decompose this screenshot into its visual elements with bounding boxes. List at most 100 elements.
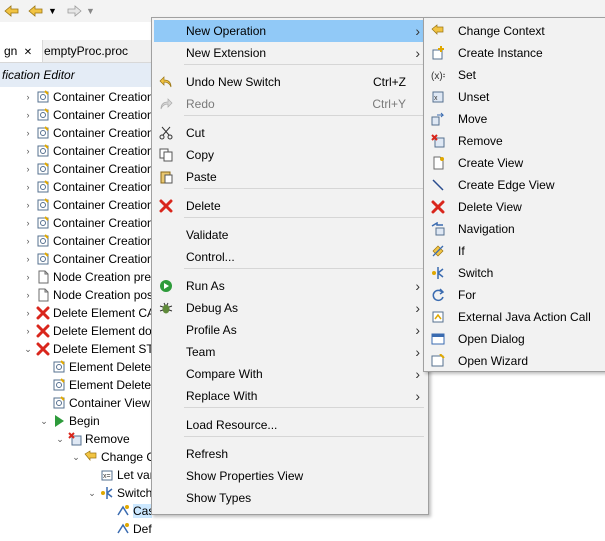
twisty-icon[interactable]: ⌄ <box>70 452 82 463</box>
submenu-item-create-view[interactable]: Create View <box>426 152 604 174</box>
menu-item-run-as[interactable]: Run As › <box>154 275 426 297</box>
menu-item-control[interactable]: Control... <box>154 246 426 268</box>
gear-icon <box>36 126 50 140</box>
submenu-item-label: Unset <box>458 90 490 104</box>
twisty-icon[interactable]: › <box>22 200 34 210</box>
menu-item-delete[interactable]: Delete <box>154 195 426 217</box>
menu-item-replace-with[interactable]: Replace With › <box>154 385 426 407</box>
tree-row[interactable]: › Container Creation <box>22 178 153 196</box>
submenu-item-open-dialog[interactable]: Open Dialog <box>426 328 604 350</box>
twisty-icon[interactable]: › <box>22 218 34 228</box>
twisty-icon[interactable]: › <box>22 146 34 156</box>
menu-item-show-properties-view[interactable]: Show Properties View <box>154 465 426 487</box>
tree-row[interactable]: › Container Creation <box>22 106 153 124</box>
tree-row[interactable]: ⌄ Begin <box>38 412 99 430</box>
forward-dropdown-icon[interactable]: ▼ <box>86 2 95 19</box>
menu-item-team[interactable]: Team › <box>154 341 426 363</box>
open-wizard-icon <box>430 353 446 369</box>
tree-row[interactable]: Element Delete <box>38 358 151 376</box>
submenu-item-create-instance[interactable]: Create Instance <box>426 42 604 64</box>
twisty-icon[interactable]: › <box>22 272 34 282</box>
tree-row[interactable]: › Container Creation <box>22 232 153 250</box>
twisty-icon[interactable]: › <box>22 308 34 318</box>
menu-item-debug-as[interactable]: Debug As › <box>154 297 426 319</box>
tree-row[interactable]: › Container Creation <box>22 124 153 142</box>
twisty-icon[interactable]: › <box>22 254 34 264</box>
submenu-item-external-java-action-call[interactable]: External Java Action Call <box>426 306 604 328</box>
twisty-icon[interactable]: ⌄ <box>54 434 66 445</box>
tree-row[interactable]: › Container Creation <box>22 142 153 160</box>
twisty-icon[interactable]: › <box>22 128 34 138</box>
tree-row[interactable]: Default <box>102 520 152 538</box>
tree-row[interactable]: Case <box>102 502 152 520</box>
menu-item-load-resource[interactable]: Load Resource... <box>154 414 426 436</box>
back-nav-icon[interactable] <box>28 2 44 19</box>
submenu-item-switch[interactable]: Switch <box>426 262 604 284</box>
submenu-arrow-icon: › <box>415 322 420 338</box>
menu-item-new-operation[interactable]: New Operation › <box>154 20 426 42</box>
menu-item-show-types[interactable]: Show Types <box>154 487 426 509</box>
submenu-arrow-icon: › <box>415 300 420 316</box>
tree-row-label: Container Creation <box>53 198 152 212</box>
twisty-icon[interactable]: ⌄ <box>86 488 98 499</box>
twisty-icon[interactable]: ⌄ <box>38 416 50 427</box>
twisty-icon[interactable]: ⌄ <box>22 344 34 355</box>
submenu-item-label: Remove <box>458 134 503 148</box>
submenu-item-move[interactable]: Move <box>426 108 604 130</box>
tree-row[interactable]: › Container Creation <box>22 88 153 106</box>
tab-empty-proc[interactable]: emptyProc.proc <box>40 40 132 62</box>
tree-row[interactable]: › Node Creation pos <box>22 286 153 304</box>
tree-row[interactable]: › Delete Element do <box>22 322 152 340</box>
submenu-item-set[interactable]: (x)= Set <box>426 64 604 86</box>
submenu-item-remove[interactable]: Remove <box>426 130 604 152</box>
menu-item-label: Profile As <box>186 323 237 337</box>
tree-row[interactable]: x= Let var <box>86 466 152 484</box>
menu-item-refresh[interactable]: Refresh <box>154 443 426 465</box>
tree-row[interactable]: Container View <box>38 394 150 412</box>
submenu-item-create-edge-view[interactable]: Create Edge View <box>426 174 604 196</box>
twisty-icon[interactable]: › <box>22 182 34 192</box>
tree-row[interactable]: › Delete Element CA <box>22 304 153 322</box>
tree-row[interactable]: › Container Creation <box>22 250 153 268</box>
menu-item-compare-with[interactable]: Compare With › <box>154 363 426 385</box>
twisty-icon[interactable]: › <box>22 290 34 300</box>
menu-item-validate[interactable]: Validate <box>154 224 426 246</box>
submenu-item-change-context[interactable]: Change Context <box>426 20 604 42</box>
menu-item-copy[interactable]: Copy <box>154 144 426 166</box>
tree-row[interactable]: ⌄ Delete Element STA <box>22 340 152 358</box>
twisty-icon[interactable]: › <box>22 164 34 174</box>
submenu-item-delete-view[interactable]: Delete View <box>426 196 604 218</box>
dropdown-icon[interactable]: ▼ <box>48 2 57 19</box>
tree-row[interactable]: ⌄ Switch <box>86 484 152 502</box>
twisty-icon[interactable]: › <box>22 92 34 102</box>
submenu-item-label: If <box>458 244 465 258</box>
tree-row[interactable]: › Container Creation <box>22 196 153 214</box>
submenu-item-unset[interactable]: x Unset <box>426 86 604 108</box>
tree-row[interactable]: › Container Creation <box>22 160 153 178</box>
menu-item-paste[interactable]: Paste <box>154 166 426 188</box>
tab-active[interactable]: gn ✕ <box>0 40 43 62</box>
tree-row[interactable]: › Node Creation pre <box>22 268 152 286</box>
tree-row[interactable]: ⌄ Change C <box>70 448 152 466</box>
submenu-item-if[interactable]: If <box>426 240 604 262</box>
create-edge-view-icon <box>430 177 446 193</box>
close-icon[interactable]: ✕ <box>24 47 32 58</box>
twisty-icon[interactable]: › <box>22 326 34 336</box>
menu-item-cut[interactable]: Cut <box>154 122 426 144</box>
menu-item-profile-as[interactable]: Profile As › <box>154 319 426 341</box>
new-operation-submenu: Change Context Create Instance (x)= Set x Uns… <box>423 17 605 372</box>
submenu-item-open-wizard[interactable]: Open Wizard <box>426 350 604 372</box>
menu-item-redo[interactable]: Redo Ctrl+Y <box>154 93 426 115</box>
back-arrow-icon[interactable] <box>4 2 20 19</box>
tree-row[interactable]: Element Delete <box>38 376 151 394</box>
twisty-icon[interactable]: › <box>22 110 34 120</box>
tree-view[interactable]: › Container Creation › Container Creation › C… <box>0 88 152 541</box>
submenu-item-for[interactable]: For <box>426 284 604 306</box>
tree-row[interactable]: ⌄ Remove <box>54 430 129 448</box>
twisty-icon[interactable]: › <box>22 236 34 246</box>
menu-item-undo-new-switch[interactable]: Undo New Switch Ctrl+Z <box>154 71 426 93</box>
tree-row[interactable]: › Container Creation <box>22 214 153 232</box>
menu-item-new-extension[interactable]: New Extension › <box>154 42 426 64</box>
forward-arrow-icon[interactable] <box>66 2 82 19</box>
submenu-item-navigation[interactable]: Navigation <box>426 218 604 240</box>
